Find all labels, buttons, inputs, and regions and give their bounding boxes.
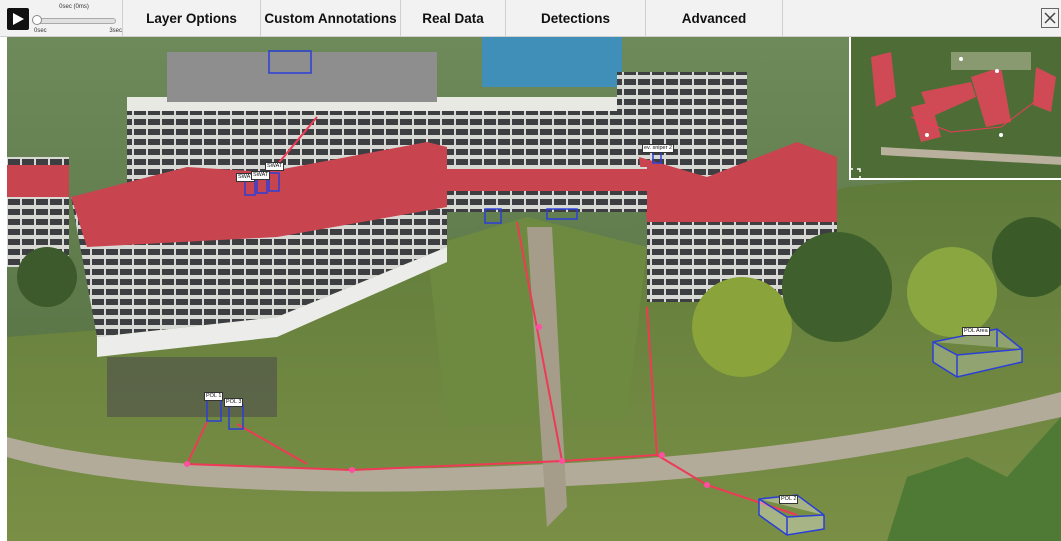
annotation-label[interactable]: POL Area [962, 327, 990, 336]
building-underpass [107, 357, 277, 417]
annotation-label[interactable]: SWAT [251, 171, 271, 180]
waypoint[interactable] [659, 452, 665, 458]
real-data-menu[interactable]: Real Data [400, 0, 505, 37]
waypoint[interactable] [536, 324, 542, 330]
detections-menu[interactable]: Detections [505, 0, 645, 37]
tree [907, 247, 997, 337]
tree [17, 247, 77, 307]
annotation-label[interactable]: SWAT [265, 162, 285, 171]
toolbar: 0sec (0ms) 0sec 3sec Layer Options Custo… [0, 0, 1061, 37]
annotation-label[interactable]: POL 3 [224, 398, 244, 407]
minimap-aerial [851, 37, 1061, 178]
custom-annotations-menu[interactable]: Custom Annotations [260, 0, 400, 37]
timeline-start-label: 0sec [34, 28, 47, 34]
timeline-current-label: 0sec (0ms) [59, 4, 89, 10]
waypoint[interactable] [349, 467, 355, 473]
blue-construction-structure [482, 37, 622, 87]
advanced-menu[interactable]: Advanced [645, 0, 783, 37]
timeline-end-label: 3sec [109, 28, 122, 34]
layer-options-menu[interactable]: Layer Options [122, 0, 260, 37]
play-icon [13, 13, 24, 25]
close-icon [1044, 12, 1056, 24]
timeline-handle[interactable] [32, 15, 42, 25]
tree [692, 277, 792, 377]
tree [782, 232, 892, 342]
annotation-label[interactable]: ev. sniper 2 [642, 144, 675, 153]
rooftop-structure [167, 52, 437, 102]
timeline-track[interactable] [36, 18, 116, 24]
waypoint[interactable] [704, 482, 710, 488]
annotation-label[interactable]: POL 1 [204, 392, 224, 401]
expand-minimap-button[interactable] [849, 167, 861, 180]
close-button[interactable] [1041, 8, 1059, 28]
minimap[interactable] [849, 37, 1061, 180]
play-button[interactable] [7, 8, 29, 30]
waypoint[interactable] [559, 458, 565, 464]
expand-icon [849, 168, 861, 180]
left-building-roof [7, 165, 69, 197]
annotation-label[interactable]: POL 2 [779, 495, 799, 504]
waypoint[interactable] [184, 461, 190, 467]
timeline-slider[interactable]: 0sec (0ms) 0sec 3sec [30, 4, 122, 34]
